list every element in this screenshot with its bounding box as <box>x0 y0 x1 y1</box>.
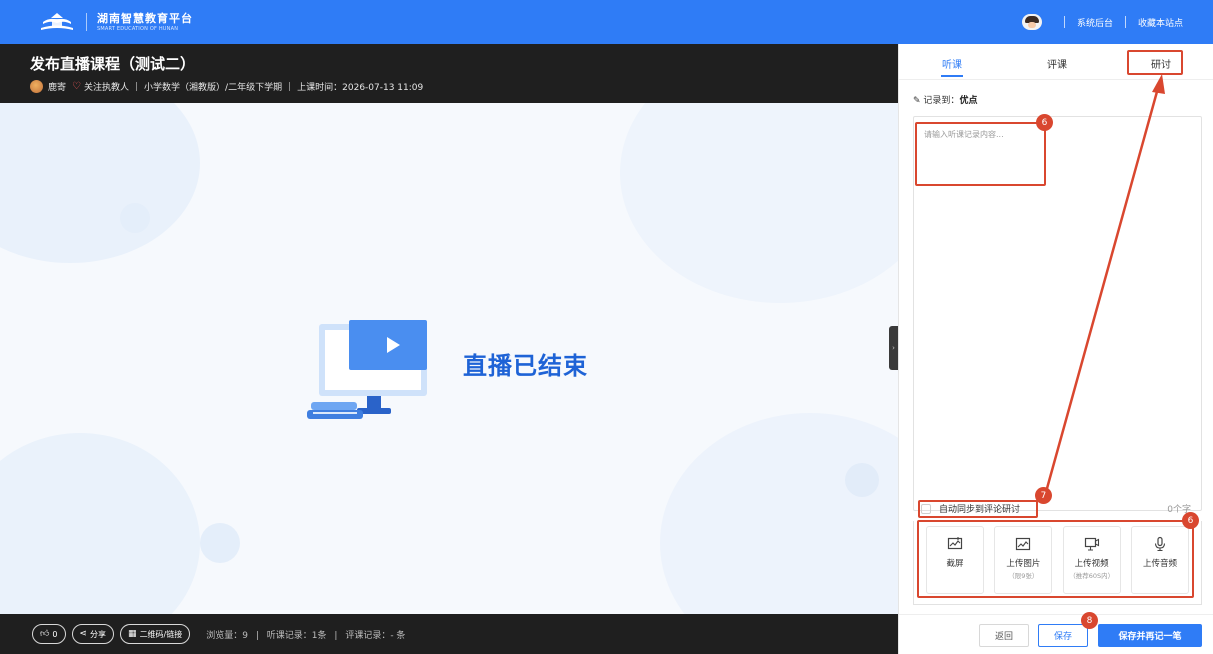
background-blob <box>0 103 200 263</box>
follow-teacher-link[interactable]: 关注执教人 <box>84 80 129 93</box>
back-button[interactable]: 返回 <box>979 624 1029 647</box>
save-button[interactable]: 保存 <box>1038 624 1088 647</box>
microphone-icon <box>1154 536 1166 552</box>
bookmark-link[interactable]: 收藏本站点 <box>1138 16 1183 29</box>
record-panel: 听课 评课 研讨 ✎ 记录到：优点 请输入听课记录内容... 自动同步到评论研讨… <box>898 44 1213 654</box>
upload-image-button[interactable]: 上传图片 （限9张） <box>994 526 1053 594</box>
panel-footer: 返回 保存 保存并再记一笔 <box>899 614 1213 654</box>
qrcode-button[interactable]: ▦ 二维码/链接 <box>120 624 191 644</box>
annotation-badge: 8 <box>1081 612 1098 629</box>
share-label: 分享 <box>90 629 107 639</box>
platform-logo[interactable]: 湖南智慧教育平台 SMART EDUCATION OF HUNAN <box>36 8 193 36</box>
course-info-bar: 发布直播课程（测试二） 鹿寄 ♡ 关注执教人 | 小学数学（湘教版）/二年级下学… <box>0 44 898 103</box>
collapse-panel-handle[interactable]: › <box>889 326 898 370</box>
annotation-badge: 6 <box>1182 512 1199 529</box>
image-upload-icon <box>1016 537 1031 551</box>
upload-audio-button[interactable]: 上传音频 <box>1130 526 1189 594</box>
views-count: 浏览量：9 <box>206 630 248 641</box>
course-subject: 小学数学（湘教版）/二年级下学期 <box>144 83 283 93</box>
background-blob <box>0 433 200 614</box>
course-time: 上课时间：2026-07-13 11:09 <box>297 83 424 93</box>
meta-divider: | <box>288 81 292 92</box>
top-header: 湖南智慧教育平台 SMART EDUCATION OF HUNAN 系统后台 收… <box>0 0 1213 44</box>
logo-mark-icon <box>41 13 73 30</box>
course-meta: 鹿寄 ♡ 关注执教人 | 小学数学（湘教版）/二年级下学期 | 上课时间：202… <box>30 80 423 93</box>
tab-review[interactable]: 评课 <box>1047 56 1067 71</box>
save-and-new-button[interactable]: 保存并再记一笔 <box>1098 624 1202 647</box>
video-upload-icon <box>1084 537 1099 551</box>
upload-image-label: 上传图片 <box>1006 559 1041 569</box>
annotation-badge: 7 <box>1035 487 1052 504</box>
background-blob <box>620 103 898 303</box>
admin-link[interactable]: 系统后台 <box>1077 16 1113 29</box>
panel-tabs: 听课 评课 研讨 <box>899 44 1213 80</box>
logo-title: 湖南智慧教育平台 <box>97 11 193 25</box>
live-ended-icon <box>307 320 427 419</box>
screenshot-button[interactable]: 截屏 <box>926 526 984 594</box>
like-count: 0 <box>52 629 58 639</box>
upload-video-label: 上传视频 <box>1074 559 1109 569</box>
upload-video-hint: （推荐60S内） <box>1069 572 1115 580</box>
screenshot-label: 截屏 <box>946 559 964 569</box>
upload-image-hint: （限9张） <box>1008 572 1039 580</box>
video-player[interactable]: 直播已结束 <box>0 103 898 614</box>
meta-divider: | <box>135 81 139 92</box>
share-icon: ⋖ <box>79 629 88 639</box>
record-target[interactable]: ✎ 记录到：优点 <box>913 93 977 106</box>
logo-divider <box>86 13 87 31</box>
logo-text: 湖南智慧教育平台 SMART EDUCATION OF HUNAN <box>97 13 193 32</box>
listen-records-count: 听课记录：1条 <box>266 630 327 641</box>
upload-audio-label: 上传音频 <box>1142 559 1177 569</box>
screenshot-icon <box>947 537 963 550</box>
stats-divider: | <box>255 630 259 641</box>
auto-sync-option[interactable]: 自动同步到评论研讨 <box>921 502 1020 515</box>
user-avatar[interactable] <box>1021 14 1042 30</box>
record-textarea[interactable]: 请输入听课记录内容... <box>913 116 1202 511</box>
edit-icon: ✎ <box>913 96 921 106</box>
header-divider <box>1063 16 1065 28</box>
live-ended-text: 直播已结束 <box>463 352 588 380</box>
course-title: 发布直播课程（测试二） <box>30 55 196 73</box>
background-dot <box>200 523 240 563</box>
active-tab-indicator <box>941 75 963 77</box>
auto-sync-checkbox[interactable] <box>921 503 931 514</box>
upload-tools: 截屏 上传图片 （限9张） 上传视频 （推荐60S内） 上传音频 <box>913 521 1202 605</box>
qrcode-icon: ▦ <box>128 629 137 639</box>
course-stats: 浏览量：9 | 听课记录：1条 | 评课记录：- 条 <box>206 628 405 641</box>
background-dot <box>845 463 879 497</box>
teacher-name[interactable]: 鹿寄 <box>48 80 66 93</box>
background-blob <box>660 413 898 614</box>
thumbs-up-icon: 👍︎ <box>40 629 50 639</box>
auto-sync-label: 自动同步到评论研讨 <box>939 505 1021 515</box>
heart-icon[interactable]: ♡ <box>72 81 81 92</box>
review-records-count: 评课记录：- 条 <box>345 630 406 641</box>
like-button[interactable]: 👍︎ 0 <box>32 624 66 644</box>
logo-subtitle: SMART EDUCATION OF HUNAN <box>97 25 179 32</box>
record-target-label: 记录到： <box>923 96 960 106</box>
teacher-avatar <box>30 80 43 93</box>
background-dot <box>120 203 150 233</box>
stats-divider: | <box>334 630 338 641</box>
tab-discuss[interactable]: 研讨 <box>1151 56 1171 71</box>
qrcode-label: 二维码/链接 <box>139 629 183 639</box>
video-bottom-bar: 👍︎ 0 ⋖ 分享 ▦ 二维码/链接 浏览量：9 | 听课记录：1条 | 评课记… <box>0 614 898 654</box>
share-button[interactable]: ⋖ 分享 <box>71 624 115 644</box>
tab-listen[interactable]: 听课 <box>942 56 962 71</box>
upload-video-button[interactable]: 上传视频 （推荐60S内） <box>1062 526 1121 594</box>
record-target-value: 优点 <box>959 96 978 106</box>
annotation-badge: 6 <box>1036 114 1053 131</box>
header-actions: 系统后台 收藏本站点 <box>1021 12 1183 32</box>
header-divider <box>1124 16 1126 28</box>
